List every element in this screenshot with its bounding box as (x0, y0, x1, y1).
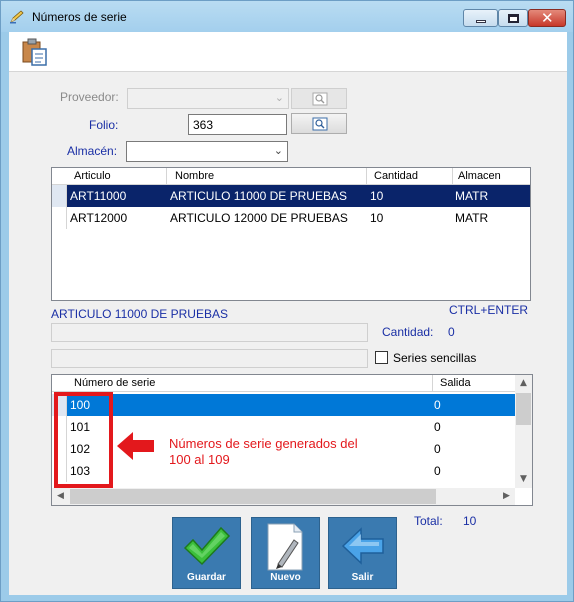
minimize-button[interactable] (463, 9, 498, 27)
cell-cantidad: 10 (370, 211, 384, 225)
close-button[interactable]: ✕ (528, 9, 566, 27)
cell-almacen: MATR (455, 189, 489, 203)
checkmark-icon (183, 526, 231, 566)
folio-value: 363 (193, 118, 214, 132)
cell-salida: 0 (434, 442, 441, 456)
cell-articulo: ART12000 (70, 211, 128, 225)
cantidad-label: Cantidad: (382, 325, 434, 339)
search-icon (312, 117, 328, 131)
cell-articulo: ART11000 (70, 189, 127, 203)
chevron-down-icon: ⌄ (273, 144, 283, 157)
arrow-left-icon (117, 432, 154, 460)
column-header-numero-serie[interactable]: Número de serie (74, 377, 155, 389)
column-header-almacen[interactable]: Almacen (458, 170, 501, 182)
cantidad-value: 0 (448, 325, 455, 339)
series-input (51, 323, 368, 342)
proveedor-combobox: ⌄ (127, 88, 289, 109)
cell-salida: 0 (434, 398, 441, 412)
scroll-right-icon[interactable]: ▶ (498, 488, 515, 505)
table-row[interactable]: ART11000 ARTICULO 11000 DE PRUEBAS 10 MA… (52, 185, 530, 207)
annotation-note: Números de serie generados del 100 al 10… (169, 436, 358, 468)
cell-nombre: ARTICULO 12000 DE PRUEBAS (170, 211, 348, 225)
scroll-down-icon[interactable]: ▼ (515, 471, 532, 488)
column-header-articulo[interactable]: Articulo (74, 170, 111, 182)
horizontal-scrollbar[interactable]: ◀ ▶ (52, 488, 515, 505)
search-icon (312, 92, 328, 106)
scroll-left-icon[interactable]: ◀ (52, 488, 69, 505)
almacen-combobox[interactable]: ⌄ (126, 141, 288, 162)
minimize-icon (476, 20, 486, 23)
proveedor-search-button (291, 88, 347, 109)
row-header[interactable] (52, 185, 67, 207)
row-header[interactable] (52, 207, 67, 229)
column-header-nombre[interactable]: Nombre (175, 170, 214, 182)
cell-salida: 0 (434, 420, 441, 434)
salir-button[interactable]: Salir (328, 517, 397, 589)
folio-input[interactable]: 363 (188, 114, 287, 135)
total-value: 10 (463, 514, 477, 528)
maximize-icon (508, 14, 519, 23)
hscroll-thumb[interactable] (70, 489, 436, 504)
guardar-button[interactable]: Guardar (172, 517, 241, 589)
salir-label: Salir (351, 572, 374, 583)
document-pen-icon (267, 523, 303, 571)
cell-cantidad: 10 (370, 189, 384, 203)
cell-salida: 0 (434, 464, 441, 478)
window: Números de serie ✕ Proveedor: ⌄ Folio: 3… (0, 0, 574, 602)
pencil-icon (10, 10, 24, 24)
title-bar[interactable]: Números de serie ✕ (1, 1, 573, 32)
arrow-left-icon (341, 527, 384, 565)
toolbar (9, 32, 567, 72)
total-label: Total: (414, 514, 443, 528)
nuevo-button[interactable]: Nuevo (251, 517, 320, 589)
scroll-up-icon[interactable]: ▲ (515, 375, 532, 392)
nuevo-label: Nuevo (270, 572, 301, 583)
window-title: Números de serie (32, 10, 127, 24)
articles-table[interactable]: Articulo Nombre Cantidad Almacen ART1100… (51, 167, 531, 301)
cell-almacen: MATR (455, 211, 489, 225)
scroll-thumb[interactable] (516, 393, 531, 425)
vertical-scrollbar[interactable]: ▲ ▼ (515, 375, 532, 488)
maximize-button[interactable] (498, 9, 528, 27)
proveedor-label: Proveedor: (60, 90, 119, 104)
selected-article-name: ARTICULO 11000 DE PRUEBAS (51, 307, 228, 321)
clipboard-icon[interactable] (21, 37, 49, 67)
close-icon: ✕ (541, 9, 554, 27)
cell-nombre: ARTICULO 11000 DE PRUEBAS (170, 189, 347, 203)
annotation-line-1: Números de serie generados del (169, 436, 358, 451)
column-header-cantidad[interactable]: Cantidad (374, 170, 418, 182)
almacen-label: Almacén: (67, 144, 118, 158)
articles-table-header: Articulo Nombre Cantidad Almacen (52, 168, 530, 185)
guardar-label: Guardar (187, 572, 226, 583)
table-row[interactable]: ART12000 ARTICULO 12000 DE PRUEBAS 10 MA… (52, 207, 530, 229)
serials-table-header: Número de serie Salida (52, 375, 515, 392)
chevron-down-icon: ⌄ (274, 91, 284, 104)
column-header-salida[interactable]: Salida (440, 377, 471, 389)
folio-search-button[interactable] (291, 113, 347, 134)
shortcut-hint: CTRL+ENTER (449, 303, 529, 317)
folio-label: Folio: (89, 118, 119, 132)
series-sencillas-checkbox[interactable] (375, 351, 388, 364)
series-sencillas-label[interactable]: Series sencillas (393, 351, 476, 365)
series-range-input (51, 349, 368, 368)
table-row[interactable]: 100 0 (52, 394, 515, 416)
annotation-highlight-box (54, 392, 113, 488)
annotation-line-2: 100 al 109 (169, 452, 230, 467)
client-area: Proveedor: ⌄ Folio: 363 Almacén: ⌄ Artic… (9, 32, 567, 595)
